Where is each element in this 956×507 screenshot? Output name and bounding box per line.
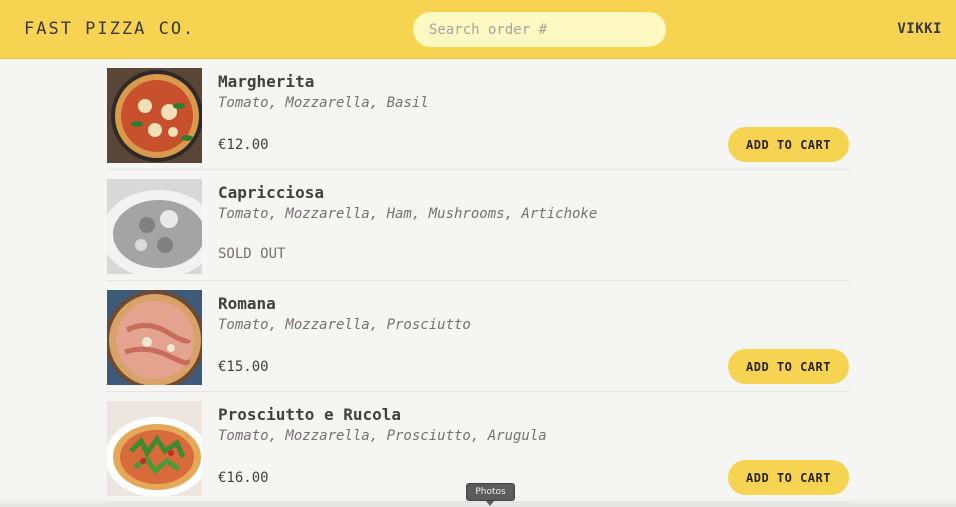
pizza-name: Capricciosa [218, 183, 324, 202]
add-to-cart-button[interactable]: ADD TO CART [728, 460, 849, 495]
pizza-image [107, 401, 202, 496]
pizza-name: Margherita [218, 72, 315, 91]
pizza-name: Prosciutto e Rucola [218, 405, 402, 424]
pizza-price: €15.00 [218, 359, 269, 375]
menu-list: Margherita Tomato, Mozzarella, Basil €12… [107, 59, 849, 503]
pizza-ingredients: Tomato, Mozzarella, Ham, Mushrooms, Arti… [218, 206, 598, 222]
pizza-ingredients: Tomato, Mozzarella, Basil [218, 95, 429, 111]
add-to-cart-button[interactable]: ADD TO CART [728, 349, 849, 384]
pizza-price: €16.00 [218, 470, 269, 486]
brand-logo-link[interactable]: FAST PIZZA CO. [24, 19, 195, 39]
menu-item: Margherita Tomato, Mozzarella, Basil €12… [107, 59, 849, 170]
search-order-input[interactable] [413, 12, 666, 47]
username: VIKKI [897, 21, 942, 37]
pizza-ingredients: Tomato, Mozzarella, Prosciutto, Arugula [218, 428, 547, 444]
pizza-image [107, 68, 202, 163]
menu-item: Capricciosa Tomato, Mozzarella, Ham, Mus… [107, 170, 849, 281]
sold-out-label: SOLD OUT [218, 246, 286, 262]
pizza-price: €12.00 [218, 137, 269, 153]
photos-tooltip: Photos [466, 483, 515, 501]
pizza-name: Romana [218, 294, 276, 313]
pizza-image [107, 290, 202, 385]
pizza-image [107, 179, 202, 274]
add-to-cart-button[interactable]: ADD TO CART [728, 127, 849, 162]
menu-item: Romana Tomato, Mozzarella, Prosciutto €1… [107, 281, 849, 392]
tooltip-pointer [486, 501, 494, 506]
app-header: FAST PIZZA CO. VIKKI [0, 0, 956, 59]
pizza-ingredients: Tomato, Mozzarella, Prosciutto [218, 317, 471, 333]
